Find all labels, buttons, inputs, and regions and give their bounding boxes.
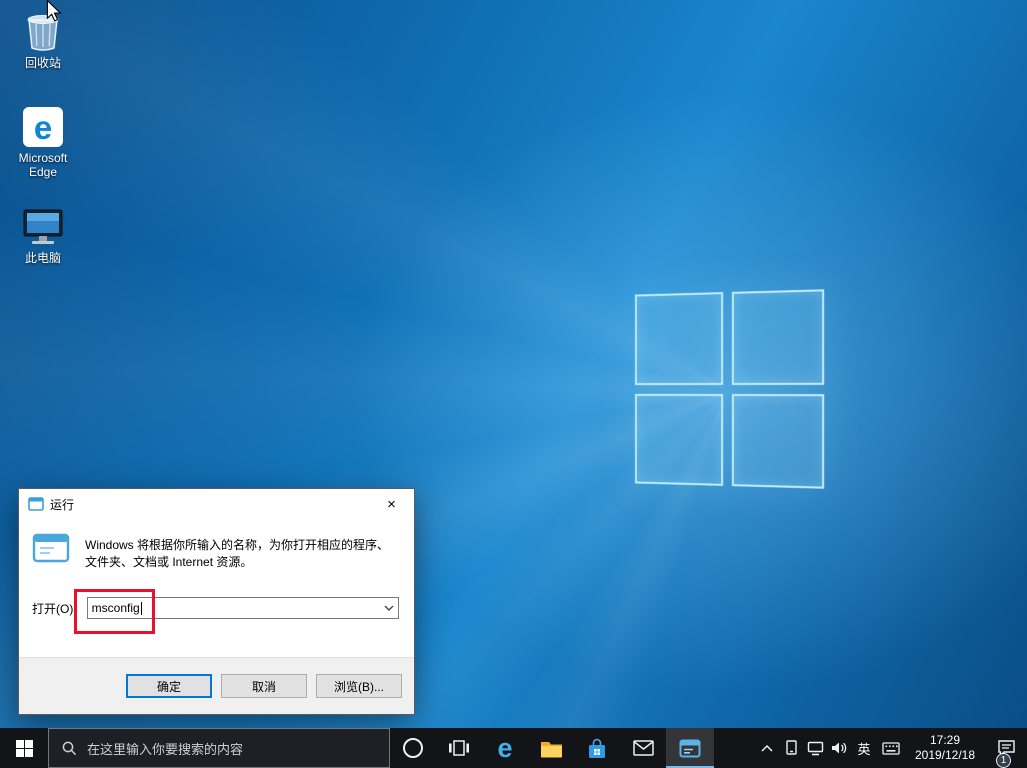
run-window-icon — [28, 497, 44, 511]
logo-pane — [731, 289, 825, 385]
desktop-icon-label: 回收站 — [24, 56, 61, 70]
tray-expand-button[interactable] — [755, 728, 779, 768]
search-icon — [62, 741, 77, 755]
keyboard-icon — [882, 741, 900, 755]
desktop-icon-label: Microsoft Edge — [18, 151, 68, 180]
logo-pane — [634, 393, 723, 486]
run-dialog-description: Windows 将根据你所输入的名称，为你打开相应的程序、文件夹、文档或 Int… — [85, 538, 390, 570]
store-button[interactable] — [574, 728, 620, 768]
computer-icon — [4, 203, 82, 247]
run-dialog-titlebar[interactable]: 运行 × — [19, 489, 414, 519]
windows-logo — [634, 289, 825, 489]
dialog-footer: 确定 取消 浏览(B)... — [19, 657, 414, 714]
task-view-button[interactable] — [436, 728, 482, 768]
volume-button[interactable] — [827, 728, 851, 768]
annotation-highlight-box — [74, 589, 155, 634]
run-window-icon — [679, 739, 701, 757]
logo-pane — [634, 292, 723, 385]
eject-media-button[interactable] — [779, 728, 803, 768]
mouse-cursor — [46, 0, 62, 22]
mail-icon — [632, 740, 654, 756]
taskbar-clock[interactable]: 17:29 2019/12/18 — [905, 728, 985, 768]
clock-date: 2019/12/18 — [914, 748, 976, 762]
clock-time: 17:29 — [929, 733, 961, 747]
task-view-icon — [449, 740, 469, 756]
device-icon — [785, 740, 797, 755]
notification-badge: 1 — [996, 753, 1011, 768]
file-explorer-button[interactable] — [528, 728, 574, 768]
run-dialog-taskbar-button[interactable] — [666, 728, 714, 768]
taskbar: 在这里输入你要搜索的内容 e 英 17:29 2019/12/18 1 — [0, 728, 1027, 768]
screen: 回收站 e Microsoft Edge 此电脑 运行 × Windows 将根… — [0, 0, 1027, 768]
edge-taskbar-button[interactable]: e — [482, 728, 528, 768]
system-tray: 英 17:29 2019/12/18 1 — [755, 728, 1027, 768]
desktop-icon-recycle-bin[interactable]: 回收站 — [4, 8, 82, 70]
edge-icon: e — [497, 732, 513, 763]
touch-keyboard-button[interactable] — [877, 728, 905, 768]
cortana-button[interactable] — [390, 728, 436, 768]
logo-pane — [731, 393, 825, 489]
search-placeholder: 在这里输入你要搜索的内容 — [87, 741, 244, 757]
windows-start-icon — [15, 739, 33, 757]
volume-icon — [832, 742, 847, 754]
taskbar-search-input[interactable]: 在这里输入你要搜索的内容 — [48, 728, 390, 768]
network-button[interactable] — [803, 728, 827, 768]
desktop-icon-this-pc[interactable]: 此电脑 — [4, 203, 82, 265]
network-icon — [807, 741, 823, 755]
folder-icon — [540, 741, 562, 757]
close-icon[interactable]: × — [369, 489, 414, 519]
language-indicator[interactable]: 英 — [851, 728, 877, 768]
desktop-icon-label: 此电脑 — [24, 251, 61, 265]
ok-button[interactable]: 确定 — [126, 674, 212, 698]
dialog-title: 运行 — [50, 497, 75, 512]
start-button[interactable] — [0, 728, 48, 768]
desktop-icon-microsoft-edge[interactable]: e Microsoft Edge — [4, 103, 82, 180]
browse-button[interactable]: 浏览(B)... — [316, 674, 402, 698]
cancel-button[interactable]: 取消 — [221, 674, 307, 698]
edge-letter: e — [33, 108, 53, 146]
chevron-down-icon[interactable] — [378, 598, 398, 618]
chevron-up-icon — [761, 744, 773, 752]
cortana-icon — [403, 738, 423, 758]
edge-icon: e — [4, 103, 82, 147]
mail-button[interactable] — [620, 728, 666, 768]
action-center-button[interactable]: 1 — [985, 728, 1027, 768]
recycle-bin-icon — [4, 8, 82, 52]
store-icon — [589, 738, 605, 758]
run-program-icon — [32, 533, 70, 563]
open-label: 打开(O): — [32, 601, 77, 616]
